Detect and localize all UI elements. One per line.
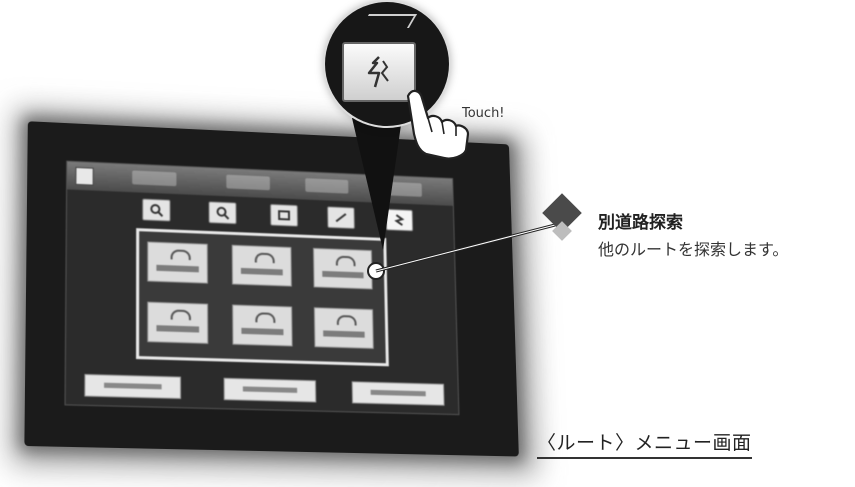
touch-hand-icon — [406, 89, 470, 160]
route-option-button[interactable] — [313, 247, 373, 290]
search-tool-button[interactable] — [142, 198, 171, 222]
callout-description: 他のルートを探索します。 — [598, 240, 789, 259]
top-tab[interactable] — [132, 170, 177, 187]
touch-label: Touch! — [462, 106, 505, 121]
search-icon — [149, 203, 163, 217]
top-tab[interactable] — [379, 181, 422, 197]
route-tool-button[interactable] — [327, 206, 355, 229]
top-tab[interactable] — [305, 178, 349, 194]
route-icon — [277, 208, 291, 222]
route-option-button[interactable] — [232, 304, 293, 347]
detour-tool-button[interactable] — [385, 208, 414, 232]
home-icon[interactable] — [75, 166, 94, 186]
magnifier-edge — [360, 14, 418, 28]
bottom-button[interactable] — [351, 381, 445, 406]
bottom-button[interactable] — [223, 377, 317, 403]
callout-title: 別道路探索 — [598, 213, 683, 233]
detour-icon — [367, 56, 389, 88]
search-icon — [216, 207, 230, 220]
search-tool-button[interactable] — [208, 201, 237, 225]
bottom-button[interactable] — [84, 373, 182, 400]
route-option-button[interactable] — [313, 307, 374, 349]
route-icon — [334, 211, 348, 225]
figure-caption: 〈ルート〉メニュー画面 — [537, 428, 752, 459]
detour-icon — [392, 213, 406, 227]
route-tool-button[interactable] — [270, 203, 298, 227]
manual-illustration: Touch! 別道路探索 他のルートを探索します。 〈ルート〉メニュー画面 — [0, 0, 855, 487]
route-menu-screen — [64, 160, 460, 416]
route-option-button[interactable] — [147, 301, 209, 344]
navigation-device — [24, 121, 519, 457]
top-menu-bar — [67, 161, 453, 206]
top-tab[interactable] — [226, 174, 270, 191]
route-option-button[interactable] — [147, 241, 208, 284]
route-option-button[interactable] — [231, 244, 292, 287]
route-options-panel — [136, 228, 389, 367]
